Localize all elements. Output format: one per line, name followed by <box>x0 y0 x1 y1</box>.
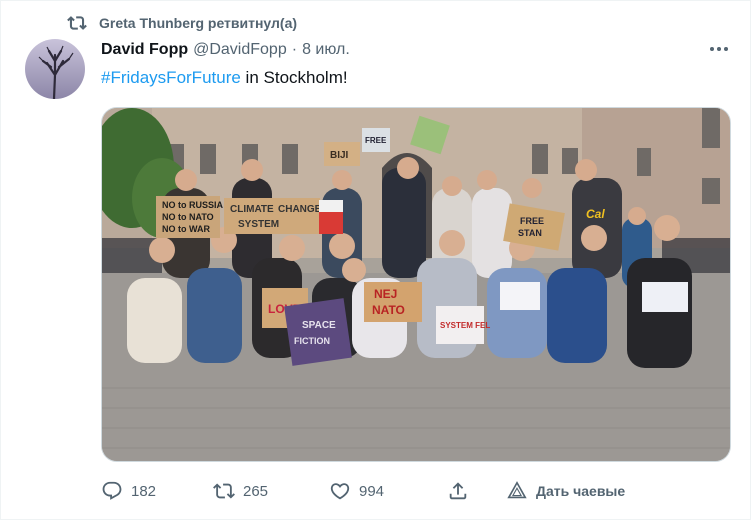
like-button[interactable]: 994 <box>329 479 384 503</box>
heart-icon <box>330 483 350 500</box>
svg-text:NO to WAR: NO to WAR <box>162 224 210 234</box>
tweet-header: David Fopp @DavidFopp · 8 июл. <box>101 41 350 59</box>
tweet-card[interactable]: Greta Thunberg ретвитнул(а) David Fopp @… <box>0 0 751 520</box>
sign-space-fiction: SPACE FICTION <box>284 298 352 366</box>
svg-text:CLIMATE: CLIMATE <box>230 204 274 215</box>
retweet-action-icon <box>213 483 235 499</box>
like-count: 994 <box>359 482 385 500</box>
svg-text:SPACE: SPACE <box>302 320 336 331</box>
reply-icon <box>102 481 122 500</box>
svg-text:FICTION: FICTION <box>294 336 330 346</box>
sign-biji: BIJI <box>324 142 360 166</box>
svg-text:NO to RUSSIA: NO to RUSSIA <box>162 200 224 210</box>
svg-text:STAN: STAN <box>518 228 542 238</box>
sign-system-fel: SYSTEM FEL <box>436 306 490 344</box>
svg-text:NO to NATO: NO to NATO <box>162 212 214 222</box>
avatar[interactable] <box>25 39 85 99</box>
svg-text:Cal: Cal <box>586 207 605 221</box>
retweet-indicator[interactable]: Greta Thunberg ретвитнул(а) <box>67 13 297 33</box>
author-handle[interactable]: @DavidFopp <box>193 41 287 59</box>
header-separator: · <box>291 41 298 58</box>
svg-text:NATO: NATO <box>372 303 405 317</box>
retweet-icon <box>67 13 87 33</box>
tip-icon <box>507 481 527 499</box>
svg-text:FREE: FREE <box>520 216 544 226</box>
retweet-button[interactable]: 265 <box>213 479 268 503</box>
svg-text:FREE: FREE <box>365 136 387 145</box>
hashtag-link[interactable]: #FridaysForFuture <box>101 68 241 87</box>
tweet-photo[interactable]: NO to RUSSIA NO to NATO NO to WAR CLIMAT… <box>101 107 731 462</box>
retweet-count: 265 <box>243 482 269 500</box>
svg-text:NEJ: NEJ <box>374 287 397 301</box>
retweet-label: Greta Thunberg ретвитнул(а) <box>99 15 298 31</box>
share-button[interactable] <box>447 479 469 503</box>
tip-label: Дать чаевые <box>536 483 626 499</box>
shirt-cal: Cal <box>586 207 605 221</box>
tweet-text: #FridaysForFuture in Stockholm! <box>101 67 348 89</box>
tweet-actions: 182 265 994 Дать чаевые <box>101 479 661 503</box>
svg-text:SYSTEM: SYSTEM <box>238 219 279 230</box>
reply-button[interactable]: 182 <box>101 479 156 503</box>
svg-text:BIJI: BIJI <box>330 150 349 161</box>
tweet-text-rest: in Stockholm! <box>240 68 348 87</box>
reply-count: 182 <box>131 482 157 500</box>
tweet-date[interactable]: 8 июл. <box>302 41 350 59</box>
svg-text:SYSTEM FEL: SYSTEM FEL <box>440 321 490 330</box>
sign-nej-nato: NEJ NATO <box>364 282 422 322</box>
tip-button[interactable]: Дать чаевые <box>506 479 625 503</box>
sign-free-top: FREE <box>362 128 390 152</box>
author-name[interactable]: David Fopp <box>101 41 188 59</box>
more-options-icon[interactable] <box>710 47 728 51</box>
sign-climate-change: CLIMATE CHANGE SYSTEM <box>224 198 322 234</box>
sign-no-russia: NO to RUSSIA NO to NATO NO to WAR <box>156 196 224 238</box>
share-icon <box>449 482 467 500</box>
svg-text:CHANGE: CHANGE <box>278 204 322 215</box>
